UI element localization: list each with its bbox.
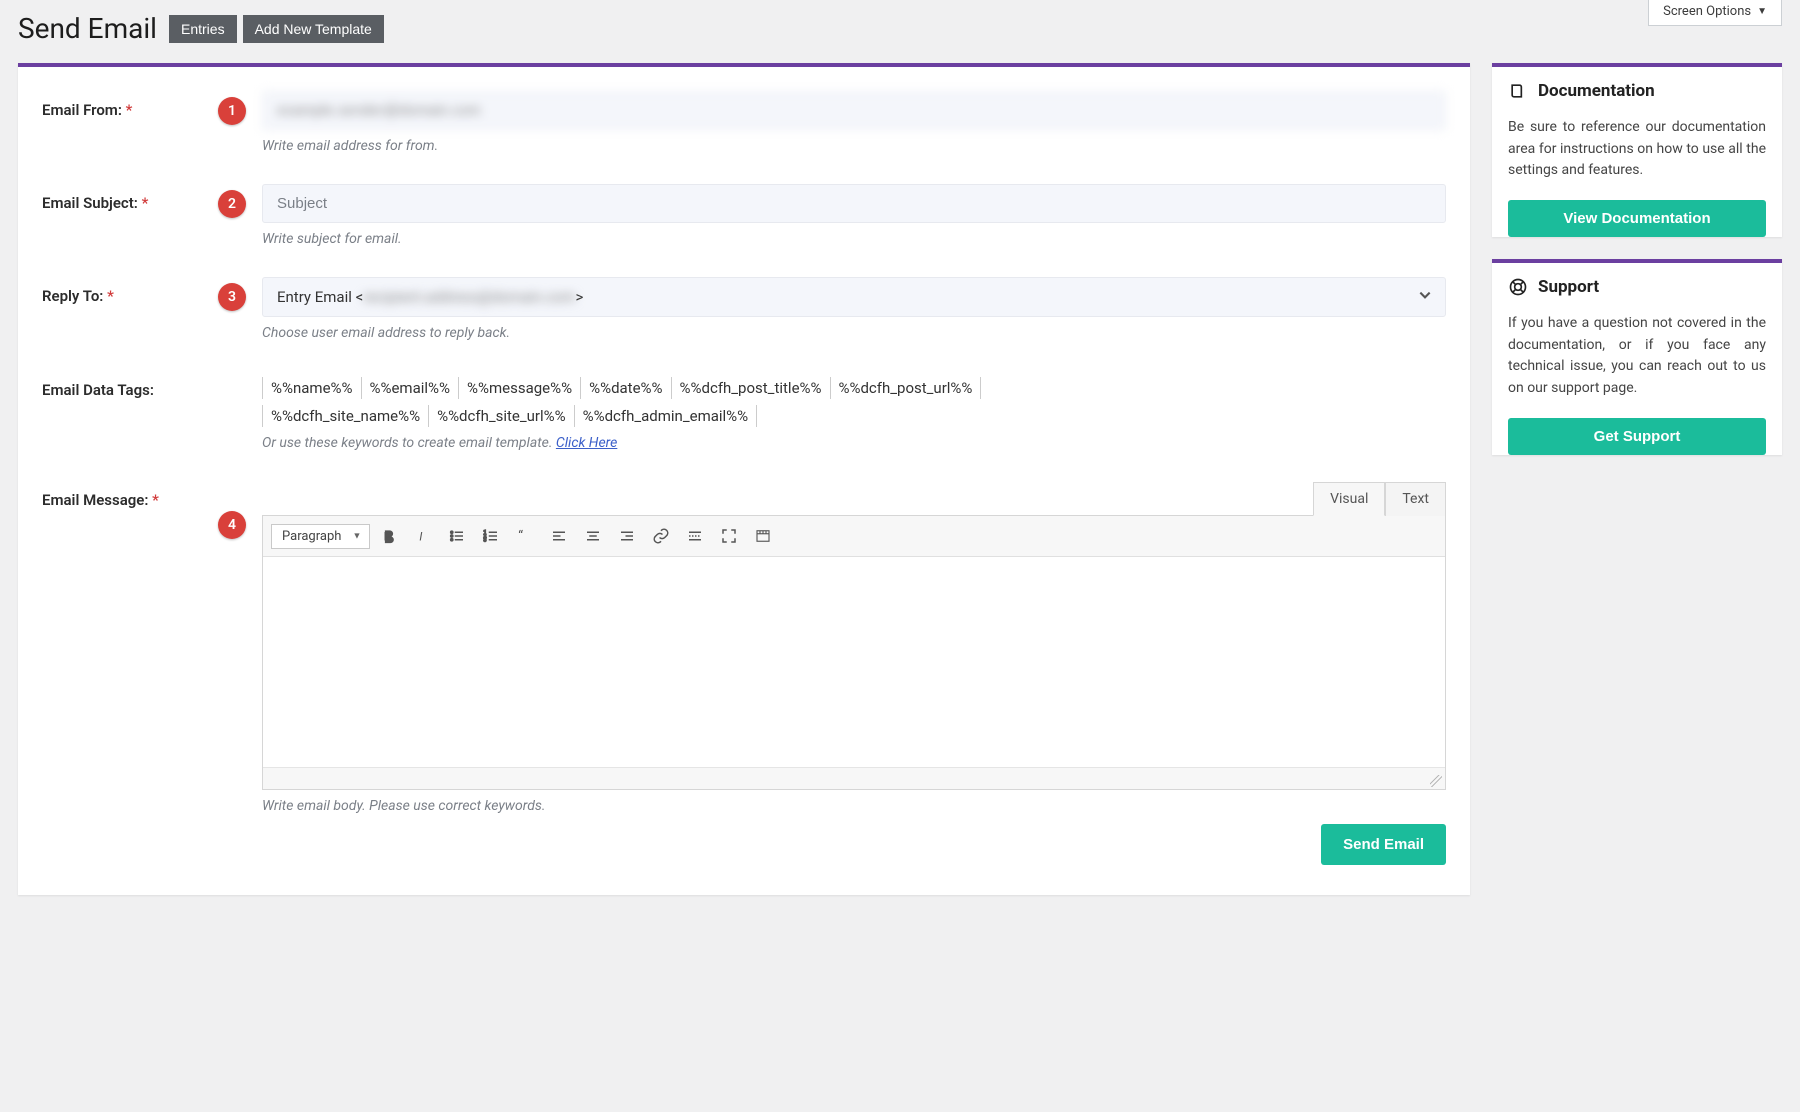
italic-icon[interactable]: I	[408, 522, 438, 550]
svg-text:I: I	[420, 530, 424, 544]
view-documentation-button[interactable]: View Documentation	[1508, 200, 1766, 237]
data-tag[interactable]: %%dcfh_site_url%%	[429, 405, 575, 427]
data-tags-label: Email Data Tags:	[42, 371, 202, 399]
align-right-icon[interactable]	[612, 522, 642, 550]
editor-tab-visual[interactable]: Visual	[1313, 482, 1385, 516]
reply-to-select[interactable]: Entry Email <recipient.address@domain.co…	[262, 277, 1446, 317]
step-badge-1: 1	[218, 97, 246, 125]
reply-to-hint: Choose user email address to reply back.	[262, 325, 1446, 341]
data-tags-list: %%name%% %%email%% %%message%% %%date%% …	[262, 377, 1446, 399]
reply-to-label: Reply To: *	[42, 277, 202, 305]
documentation-body: Be sure to reference our documentation a…	[1492, 107, 1782, 200]
lifebuoy-icon	[1508, 277, 1528, 297]
data-tag[interactable]: %%dcfh_admin_email%%	[575, 405, 758, 427]
support-panel: Support If you have a question not cover…	[1492, 259, 1782, 455]
email-message-editor[interactable]	[263, 557, 1445, 767]
email-subject-input[interactable]	[262, 184, 1446, 223]
data-tags-hint: Or use these keywords to create email te…	[262, 435, 1446, 451]
resize-grip-icon[interactable]	[1430, 775, 1442, 787]
svg-text:“: “	[519, 529, 524, 545]
bullet-list-icon[interactable]	[442, 522, 472, 550]
documentation-title: Documentation	[1538, 81, 1655, 101]
screen-options-label: Screen Options	[1663, 4, 1751, 19]
data-tag[interactable]: %%message%%	[459, 377, 581, 399]
support-title: Support	[1538, 277, 1599, 297]
get-support-button[interactable]: Get Support	[1508, 418, 1766, 455]
link-icon[interactable]	[646, 522, 676, 550]
editor-tab-text[interactable]: Text	[1385, 482, 1446, 516]
blockquote-icon[interactable]: “	[510, 522, 540, 550]
reply-to-prefix: Entry Email <	[277, 288, 363, 306]
align-center-icon[interactable]	[578, 522, 608, 550]
page-title: Send Email	[18, 12, 157, 45]
editor-toolbar: Paragraph▼ B I 123 “	[263, 516, 1445, 557]
send-email-button[interactable]: Send Email	[1321, 824, 1446, 865]
email-message-label: Email Message: *	[42, 481, 202, 509]
data-tag[interactable]: %%dcfh_post_url%%	[831, 377, 982, 399]
email-subject-label: Email Subject: *	[42, 184, 202, 212]
editor-statusbar	[263, 767, 1445, 789]
email-message-hint: Write email body. Please use correct key…	[262, 798, 1446, 814]
toolbar-toggle-icon[interactable]	[748, 522, 778, 550]
step-badge-2: 2	[218, 190, 246, 218]
bold-icon[interactable]: B	[374, 522, 404, 550]
email-subject-hint: Write subject for email.	[262, 231, 1446, 247]
add-new-template-button[interactable]: Add New Template	[243, 15, 384, 43]
entries-button[interactable]: Entries	[169, 15, 237, 43]
data-tag[interactable]: %%name%%	[262, 377, 362, 399]
data-tag[interactable]: %%email%%	[362, 377, 460, 399]
svg-text:B: B	[384, 530, 392, 544]
fullscreen-icon[interactable]	[714, 522, 744, 550]
send-email-form-panel: Email From: * 1 Write email address for …	[18, 63, 1470, 895]
support-body: If you have a question not covered in th…	[1492, 303, 1782, 418]
reply-to-suffix: >	[576, 288, 584, 306]
align-left-icon[interactable]	[544, 522, 574, 550]
svg-text:3: 3	[484, 537, 487, 543]
email-from-label: Email From: *	[42, 91, 202, 119]
numbered-list-icon[interactable]: 123	[476, 522, 506, 550]
reply-to-value: recipient.address@domain.com	[363, 288, 575, 306]
data-tag[interactable]: %%date%%	[581, 377, 671, 399]
data-tag[interactable]: %%dcfh_post_title%%	[672, 377, 831, 399]
step-badge-3: 3	[218, 283, 246, 311]
documentation-panel: Documentation Be sure to reference our d…	[1492, 63, 1782, 237]
email-from-input[interactable]	[262, 91, 1446, 130]
chevron-down-icon: ▼	[1757, 6, 1767, 17]
data-tags-list-row2: %%dcfh_site_name%% %%dcfh_site_url%% %%d…	[262, 405, 1446, 427]
click-here-link[interactable]: Click Here	[556, 435, 617, 451]
screen-options-toggle[interactable]: Screen Options ▼	[1648, 0, 1782, 26]
format-select[interactable]: Paragraph▼	[271, 524, 370, 549]
step-badge-4: 4	[218, 511, 246, 539]
email-from-hint: Write email address for from.	[262, 138, 1446, 154]
data-tag[interactable]: %%dcfh_site_name%%	[262, 405, 429, 427]
book-icon	[1508, 81, 1528, 101]
read-more-icon[interactable]	[680, 522, 710, 550]
